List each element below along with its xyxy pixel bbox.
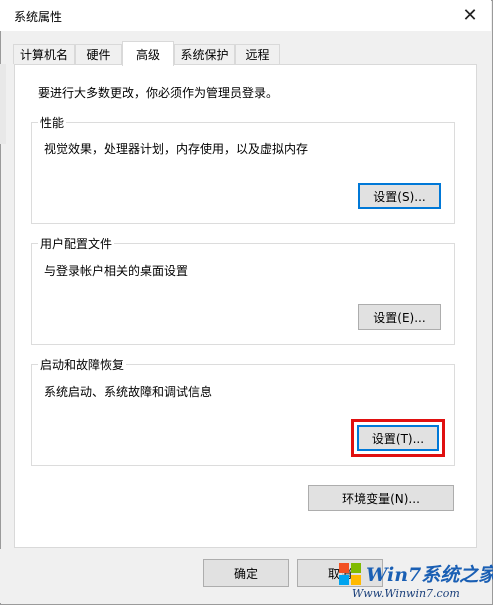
ok-button[interactable]: 确定 bbox=[203, 559, 289, 587]
tab-remote[interactable]: 远程 bbox=[235, 44, 280, 64]
performance-description: 视觉效果，处理器计划，内存使用，以及虚拟内存 bbox=[44, 142, 309, 156]
user-profile-settings-button[interactable]: 设置(E)... bbox=[358, 304, 441, 330]
performance-group-label: 性能 bbox=[38, 114, 67, 131]
admin-notice: 要进行大多数更改，你必须作为管理员登录。 bbox=[38, 86, 279, 100]
title-bar: 系统属性 ✕ bbox=[0, 0, 491, 31]
tab-system-protection[interactable]: 系统保护 bbox=[174, 44, 235, 64]
startup-recovery-settings-button[interactable]: 设置(T)... bbox=[357, 425, 439, 451]
tab-label: 硬件 bbox=[86, 48, 111, 62]
tab-advanced[interactable]: 高级 bbox=[122, 41, 174, 66]
environment-variables-button[interactable]: 环境变量(N)... bbox=[308, 485, 454, 511]
startup-recovery-group-label: 启动和故障恢复 bbox=[38, 356, 127, 373]
performance-settings-button[interactable]: 设置(S)... bbox=[358, 183, 441, 209]
tab-label: 系统保护 bbox=[180, 48, 229, 62]
watermark-logo: Win7系统之家 Www.Winwin7.com bbox=[338, 560, 493, 602]
watermark-url: Www.Winwin7.com bbox=[352, 587, 460, 600]
windows-logo-icon bbox=[339, 563, 361, 585]
close-icon[interactable]: ✕ bbox=[458, 3, 482, 27]
watermark-brand: Win7系统之家 bbox=[366, 564, 493, 586]
tab-label: 计算机名 bbox=[19, 48, 68, 62]
tab-label: 高级 bbox=[135, 47, 160, 62]
startup-recovery-description: 系统启动、系统故障和调试信息 bbox=[44, 385, 213, 399]
tab-computer-name[interactable]: 计算机名 bbox=[13, 44, 75, 64]
window-title: 系统属性 bbox=[14, 10, 63, 24]
background-strip bbox=[0, 64, 6, 144]
user-profile-description: 与登录帐户相关的桌面设置 bbox=[44, 264, 189, 278]
tab-label: 远程 bbox=[245, 48, 270, 62]
user-profile-group-label: 用户配置文件 bbox=[38, 235, 115, 252]
tab-hardware[interactable]: 硬件 bbox=[75, 44, 122, 64]
